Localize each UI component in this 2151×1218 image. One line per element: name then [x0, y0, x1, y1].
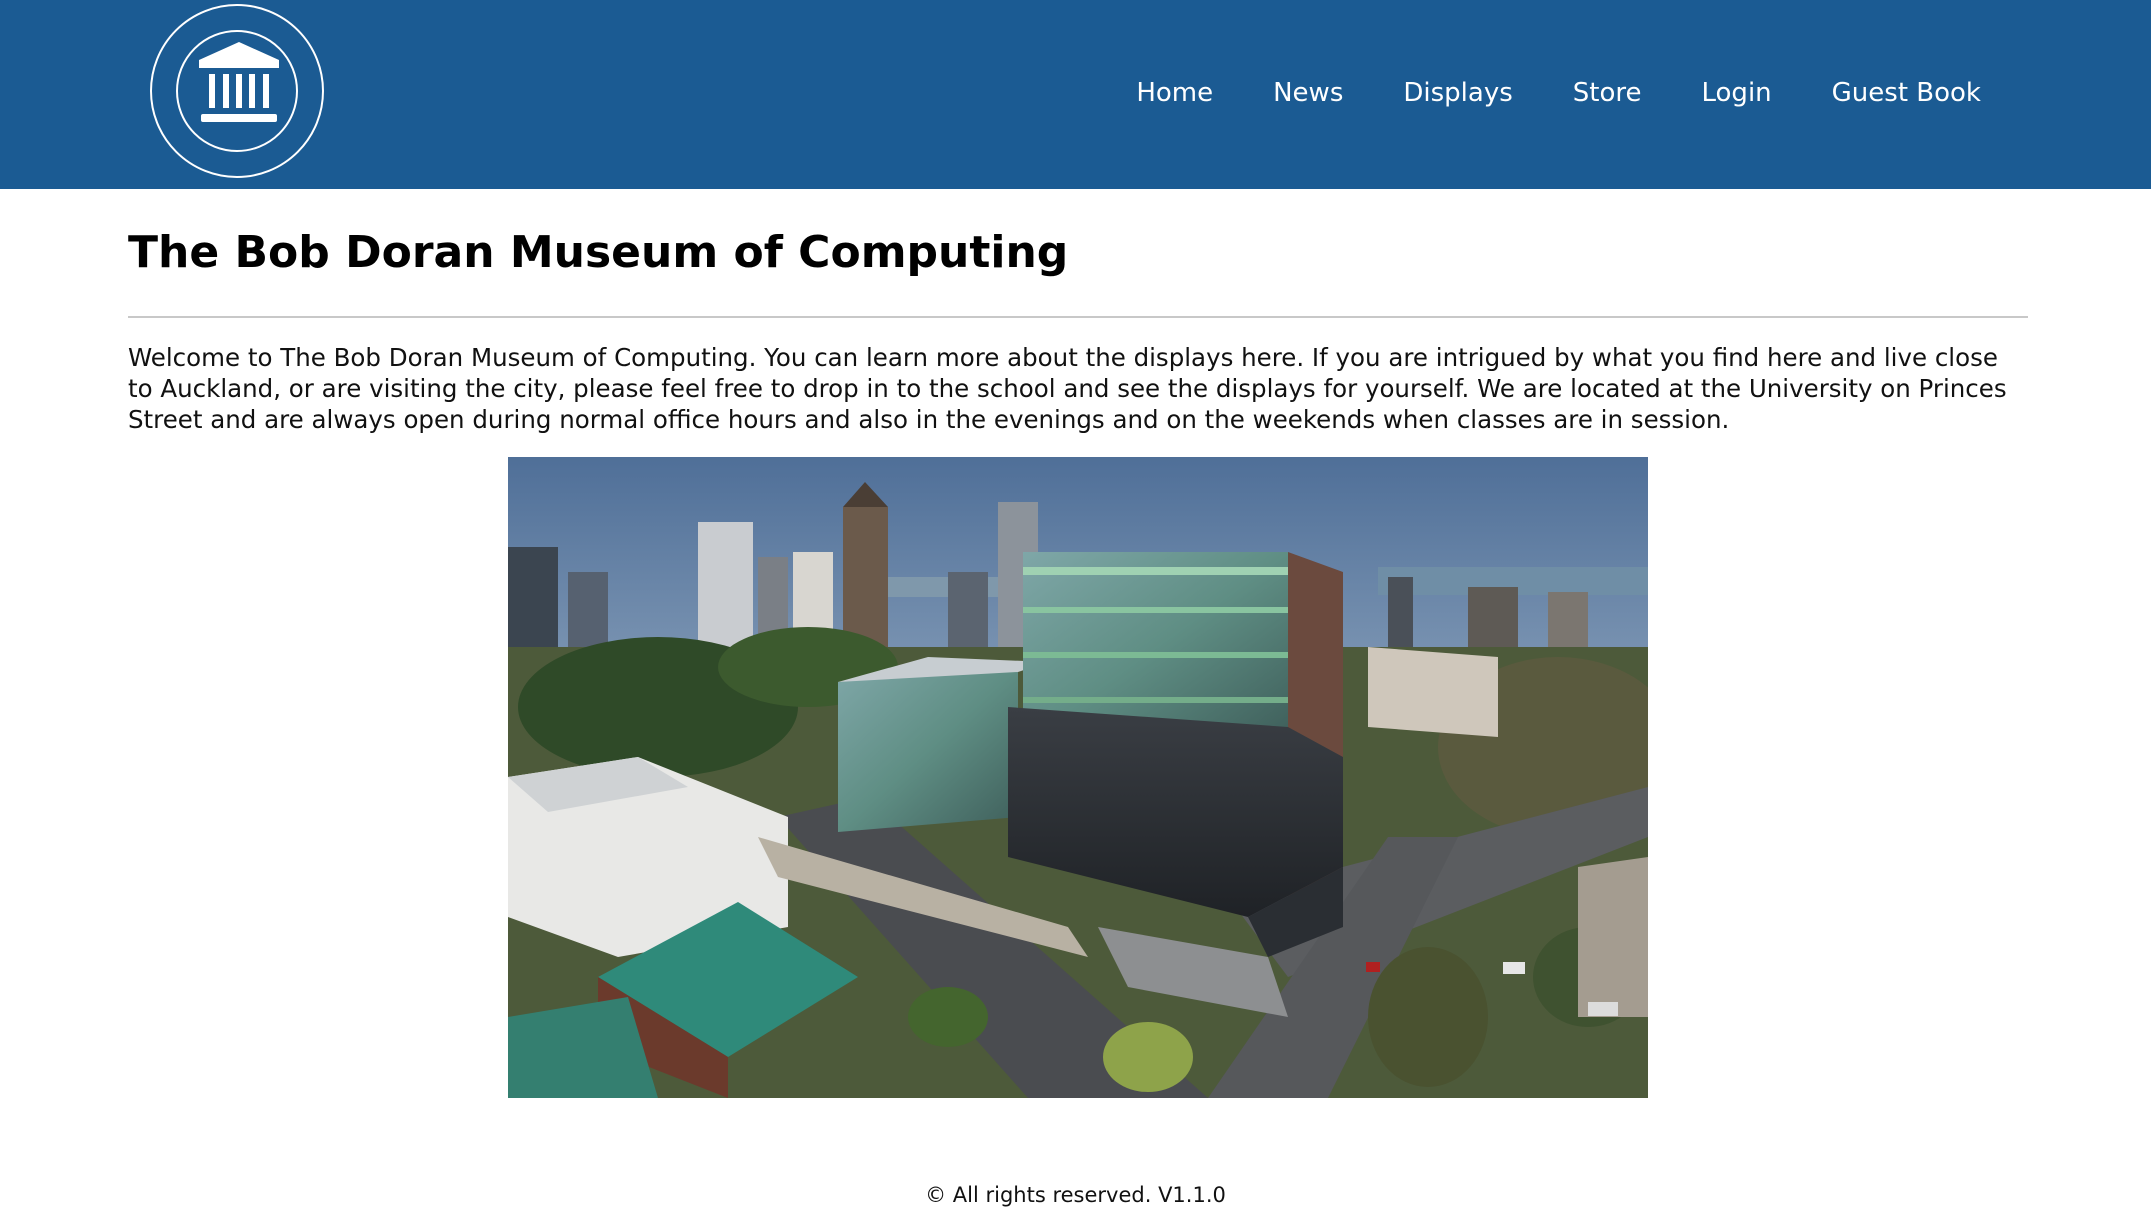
title-divider [128, 316, 2028, 318]
nav-home[interactable]: Home [1136, 78, 1213, 108]
site-header: Home News Displays Store Login Guest Boo… [0, 0, 2151, 189]
nav-news[interactable]: News [1273, 78, 1343, 108]
nav-login[interactable]: Login [1702, 78, 1772, 108]
museum-logo[interactable] [150, 4, 324, 178]
campus-aerial-illustration [508, 457, 1648, 1098]
site-footer: © All rights reserved. V1.1.0 [925, 1183, 1226, 1207]
main-nav: Home News Displays Store Login Guest Boo… [1076, 0, 1981, 186]
nav-displays[interactable]: Displays [1403, 78, 1512, 108]
intro-paragraph: Welcome to The Bob Doran Museum of Compu… [128, 343, 2007, 434]
main-content: The Bob Doran Museum of Computing Welcom… [128, 189, 2028, 435]
campus-aerial-photo [508, 457, 1648, 1098]
museum-building-icon [199, 42, 279, 122]
nav-guest-book[interactable]: Guest Book [1832, 78, 1981, 108]
page-title: The Bob Doran Museum of Computing [128, 227, 1069, 278]
nav-store[interactable]: Store [1573, 78, 1642, 108]
